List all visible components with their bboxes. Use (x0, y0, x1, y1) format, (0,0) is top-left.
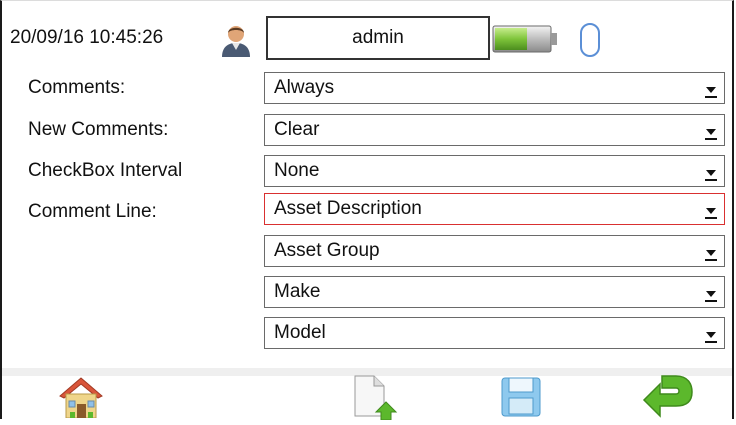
checkbox-interval-select[interactable]: None (264, 155, 725, 187)
comment-line-select-4[interactable]: Model (264, 317, 725, 349)
dropdown-arrow-icon[interactable] (704, 243, 718, 261)
comment-line-select-4-value: Model (274, 322, 326, 343)
new-comments-select-value: Clear (274, 119, 320, 140)
username-value: admin (352, 27, 404, 48)
status-bar: 20/09/16 10:45:26 admin (2, 0, 732, 70)
comments-select[interactable]: Always (264, 72, 725, 104)
dropdown-arrow-icon[interactable] (704, 325, 718, 343)
comment-line-select-2-value: Asset Group (274, 240, 380, 261)
comment-line-select-2[interactable]: Asset Group (264, 235, 725, 267)
comment-line-select-3-value: Make (274, 281, 321, 302)
dropdown-arrow-icon[interactable] (704, 201, 718, 219)
comment-line-select-1[interactable]: Asset Description (264, 193, 725, 225)
new-comments-select[interactable]: Clear (264, 114, 725, 146)
back-icon[interactable] (642, 374, 694, 423)
dropdown-arrow-icon[interactable] (704, 163, 718, 181)
checkbox-interval-label: CheckBox Interval (28, 160, 183, 181)
battery-icon (492, 24, 562, 54)
save-icon[interactable] (500, 374, 542, 423)
comment-line-select-1-value: Asset Description (274, 198, 422, 219)
dropdown-arrow-icon[interactable] (704, 80, 718, 98)
comment-line-select-3[interactable]: Make (264, 276, 725, 308)
new-comments-label: New Comments: (28, 119, 169, 140)
connection-icon (578, 22, 602, 58)
username-field[interactable]: admin (266, 16, 490, 60)
comment-line-label: Comment Line: (28, 201, 157, 222)
checkbox-interval-select-value: None (274, 160, 320, 181)
dropdown-arrow-icon[interactable] (704, 122, 718, 140)
user-icon (218, 22, 254, 58)
home-icon[interactable] (56, 374, 106, 423)
comments-select-value: Always (274, 77, 335, 98)
datetime-display: 20/09/16 10:45:26 (10, 27, 164, 48)
comments-label: Comments: (28, 77, 126, 98)
dropdown-arrow-icon[interactable] (704, 284, 718, 302)
export-document-icon[interactable] (352, 374, 398, 425)
